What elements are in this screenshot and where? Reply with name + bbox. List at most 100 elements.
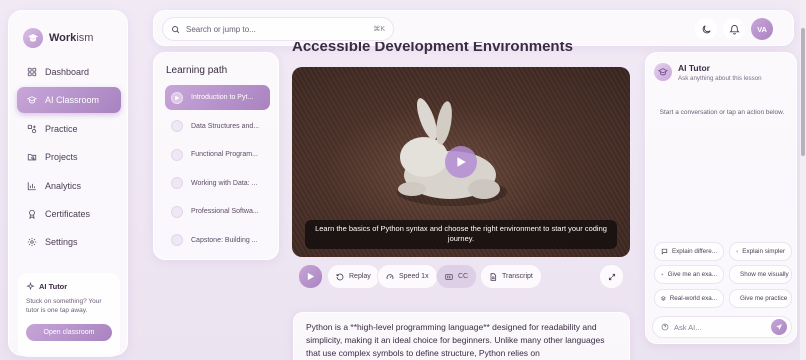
- video-caption: Learn the basics of Python syntax and ch…: [305, 220, 617, 249]
- sidebar-item-projects[interactable]: Projects: [17, 144, 121, 170]
- tutor-panel-title: AI Tutor: [678, 63, 710, 73]
- play-icon: [307, 272, 315, 281]
- sidebar-item-label: Certificates: [45, 208, 91, 219]
- tutor-card-title: AI Tutor: [39, 282, 68, 291]
- document-icon: [490, 272, 497, 281]
- ask-ai-bar: [652, 316, 792, 338]
- lesson-label: Capstone: Building ...: [191, 236, 258, 244]
- replay-button[interactable]: Replay: [327, 264, 380, 289]
- lesson-status-icon: [171, 205, 183, 218]
- lesson-status-icon: [171, 120, 183, 133]
- send-icon: [776, 324, 782, 330]
- theme-toggle-button[interactable]: [695, 18, 717, 40]
- sidebar-nav: Dashboard AI Classroom Practice Projects…: [17, 59, 121, 258]
- tutor-panel-subtitle: Ask anything about this lesson: [678, 75, 762, 82]
- captions-icon: [445, 273, 453, 280]
- chip-label: Explain differe...: [671, 248, 717, 255]
- transcript-button[interactable]: Transcript: [480, 264, 542, 289]
- quick-action-chip[interactable]: Explain differe...: [654, 242, 724, 261]
- fullscreen-button[interactable]: [599, 264, 624, 289]
- sidebar-item-label: Projects: [45, 152, 78, 163]
- lesson-description: Python is a **high-level programming lan…: [293, 312, 630, 360]
- replay-label: Replay: [349, 273, 371, 280]
- sidebar-item-practice[interactable]: Practice: [17, 116, 121, 142]
- lesson-label: Data Structures and...: [191, 122, 260, 130]
- transcript-label: Transcript: [502, 273, 533, 280]
- tutor-panel-header: AI Tutor Ask anything about this lesson: [654, 63, 762, 82]
- play-icon: [457, 157, 466, 167]
- sidebar-item-label: Practice: [45, 123, 78, 134]
- lesson-item[interactable]: Functional Program...: [165, 142, 270, 167]
- layers-icon: [661, 296, 666, 301]
- notifications-button[interactable]: [723, 18, 745, 40]
- learning-path-panel: Learning path Introduction to Pyt... Dat…: [153, 52, 279, 260]
- lesson-item[interactable]: Introduction to Pyt...: [165, 85, 270, 110]
- lesson-status-icon: [171, 177, 183, 190]
- chip-label: Show me visually: [740, 271, 789, 278]
- sidebar: Workism Dashboard AI Classroom Practice …: [8, 10, 128, 357]
- tutor-card-text: Stuck on something? Your tutor is one ta…: [26, 298, 102, 315]
- cc-label: CC: [458, 273, 469, 280]
- replay-icon: [336, 273, 344, 280]
- user-avatar[interactable]: VA: [751, 18, 773, 40]
- sidebar-item-analytics[interactable]: Analytics: [17, 173, 121, 199]
- video-play-button[interactable]: [445, 146, 477, 178]
- lesson-item[interactable]: Professional Softwa...: [165, 199, 270, 224]
- sidebar-item-ai-classroom[interactable]: AI Classroom: [17, 87, 121, 114]
- search-shortcut-hint: ⌘K: [373, 26, 385, 33]
- captions-button[interactable]: CC: [436, 264, 478, 289]
- sidebar-item-label: Dashboard: [45, 67, 90, 77]
- lesson-status-icon: [171, 234, 183, 247]
- expand-icon: [608, 273, 615, 280]
- quick-action-chip[interactable]: Give me an exa...: [654, 265, 724, 284]
- quick-action-chip[interactable]: Give me practice: [729, 289, 792, 308]
- gear-icon: [27, 238, 37, 247]
- play-button[interactable]: [298, 264, 323, 289]
- quick-action-chip[interactable]: Real-world exa...: [654, 289, 724, 308]
- top-bar: ⌘K VA: [153, 10, 794, 46]
- sidebar-item-settings[interactable]: Settings: [17, 229, 121, 255]
- video-player[interactable]: Learn the basics of Python syntax and ch…: [292, 67, 630, 257]
- scrollbar-thumb[interactable]: [801, 28, 805, 156]
- open-classroom-button[interactable]: Open classroom: [26, 323, 112, 341]
- brand[interactable]: Workism: [23, 28, 93, 48]
- speed-label: Speed 1x: [399, 273, 429, 280]
- chip-label: Real-world exa...: [669, 295, 717, 302]
- lesson-item[interactable]: Working with Data: ...: [165, 171, 270, 196]
- chat-icon: [661, 248, 668, 255]
- search-input[interactable]: [186, 24, 368, 34]
- lightbulb-icon: [736, 250, 738, 253]
- quick-action-chip[interactable]: Explain simpler: [729, 242, 792, 261]
- empty-state-text: Start a conversation or tap an action be…: [659, 109, 785, 116]
- page-scrollbar[interactable]: [800, 0, 806, 360]
- video-controls: Replay Speed 1x CC Transcript: [298, 264, 629, 290]
- ai-tutor-panel: AI Tutor Ask anything about this lesson …: [645, 52, 797, 344]
- lesson-item[interactable]: Data Structures and...: [165, 114, 270, 139]
- search-icon: [172, 25, 180, 33]
- lesson-label: Professional Softwa...: [191, 208, 259, 216]
- award-icon: [29, 209, 35, 219]
- ask-ai-input[interactable]: [674, 322, 766, 332]
- search-bar[interactable]: ⌘K: [162, 17, 394, 41]
- dashboard-icon: [27, 67, 37, 77]
- bar-chart-icon: [27, 181, 36, 190]
- ai-tutor-card: AI Tutor Stuck on something? Your tutor …: [18, 273, 120, 357]
- graduation-cap-icon: [27, 96, 37, 104]
- gauge-icon: [386, 273, 394, 279]
- sidebar-item-dashboard[interactable]: Dashboard: [17, 59, 121, 85]
- lesson-label: Working with Data: ...: [191, 179, 258, 187]
- sparkle-icon: [26, 282, 35, 291]
- graduation-cap-icon: [654, 63, 672, 81]
- shapes-icon: [27, 124, 37, 133]
- sidebar-item-certificates[interactable]: Certificates: [17, 201, 121, 227]
- lesson-item[interactable]: Capstone: Building ...: [165, 228, 270, 253]
- sidebar-item-label: Analytics: [45, 180, 82, 191]
- quick-action-chip[interactable]: Show me visually: [729, 265, 792, 284]
- learning-path-title: Learning path: [166, 65, 228, 76]
- send-button[interactable]: [771, 319, 787, 335]
- sidebar-item-label: AI Classroom: [45, 95, 100, 106]
- chip-label: Give me an exa...: [667, 271, 717, 278]
- lesson-label: Introduction to Pyt...: [191, 94, 254, 101]
- play-icon: [171, 91, 183, 104]
- speed-button[interactable]: Speed 1x: [377, 264, 438, 289]
